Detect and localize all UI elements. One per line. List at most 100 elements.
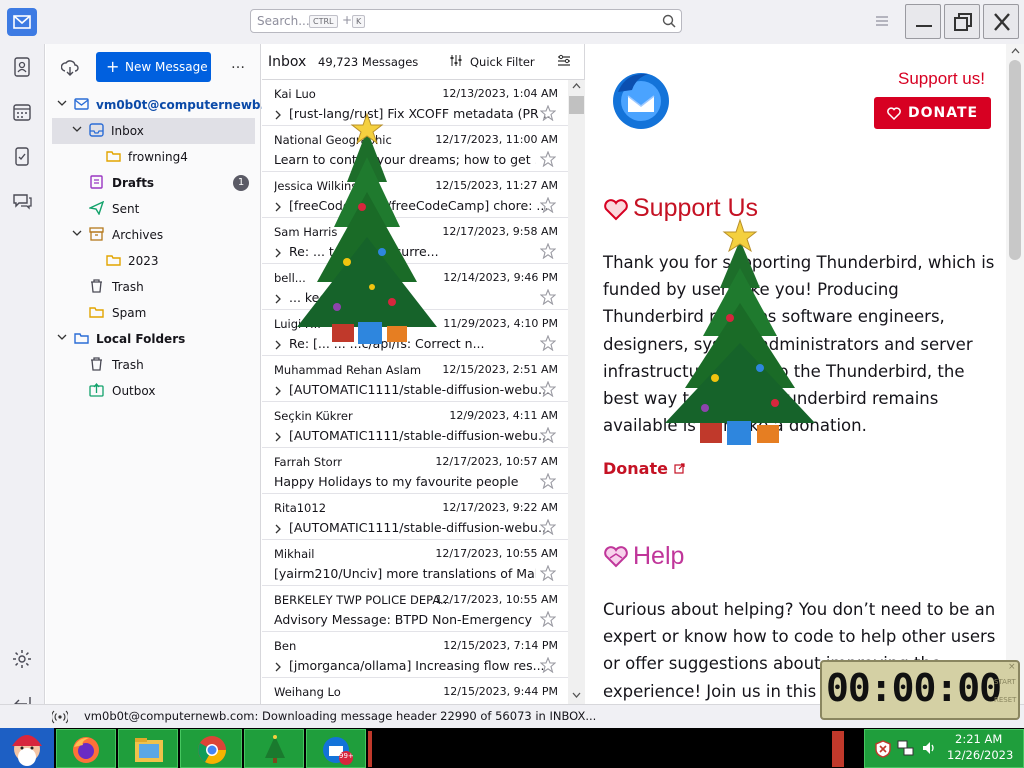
list-display-options-icon[interactable] [557, 54, 571, 68]
message-date: 12/17/2023, 10:55 AM [435, 593, 558, 606]
support-us-link[interactable]: Support us! [898, 69, 985, 89]
get-messages-icon[interactable] [61, 60, 79, 76]
message-row[interactable]: Seçkin Kükrer 12/9/2023, 4:11 AM [AUTOMATI… [262, 402, 568, 448]
folder-spam[interactable]: Spam [46, 300, 261, 326]
message-date: 12/17/2023, 10:55 AM [435, 547, 558, 560]
folder-label: frowning4 [128, 150, 188, 164]
stopwatch-start-button[interactable]: START [994, 678, 1016, 686]
folder-pane-menu-button[interactable]: … [231, 56, 245, 72]
star-icon[interactable] [540, 381, 556, 397]
quick-filter-button[interactable]: Quick Filter [442, 50, 538, 72]
reader-scrollbar[interactable] [1006, 44, 1024, 704]
search-input[interactable]: Search... CTRL + K [250, 9, 682, 33]
folder-archives[interactable]: Archives [46, 222, 261, 248]
taskbar-divider [368, 731, 372, 767]
donate-button-label: DONATE [908, 105, 979, 121]
donate-button[interactable]: DONATE [874, 97, 991, 129]
folder-frowning4[interactable]: frowning4 [46, 144, 261, 170]
app-menu-icon[interactable] [875, 14, 889, 28]
star-icon[interactable] [540, 611, 556, 627]
calendar-icon[interactable] [11, 101, 33, 123]
mail-space-button[interactable] [7, 8, 37, 36]
star-icon[interactable] [540, 657, 556, 673]
folder-inbox[interactable]: Inbox [52, 118, 255, 144]
thread-chevron-icon[interactable] [274, 248, 282, 258]
star-icon[interactable] [540, 427, 556, 443]
online-status-icon[interactable] [52, 710, 68, 724]
inbox-icon [89, 123, 104, 137]
donate-link[interactable]: Donate [603, 459, 685, 478]
taskbar-file-explorer[interactable] [118, 729, 178, 768]
star-icon[interactable] [540, 243, 556, 259]
stopwatch-reset-button[interactable]: RESET [994, 696, 1016, 704]
start-button[interactable] [0, 728, 54, 768]
star-icon[interactable] [540, 105, 556, 121]
taskbar-thunderbird[interactable]: 99+ [306, 729, 366, 768]
star-icon[interactable] [540, 151, 556, 167]
thread-chevron-icon[interactable] [274, 110, 282, 120]
chrome-icon [198, 736, 226, 764]
chevron-down-icon [57, 334, 67, 340]
filter-icon [450, 55, 462, 66]
folder-label: Trash [112, 280, 144, 294]
new-message-button[interactable]: + New Message [96, 52, 211, 82]
message-row[interactable]: Rita1012 12/17/2023, 9:22 AM [AUTOMATIC111… [262, 494, 568, 540]
settings-gear-icon[interactable] [11, 648, 33, 670]
thread-chevron-icon[interactable] [274, 340, 282, 350]
folder-2023[interactable]: 2023 [46, 248, 261, 274]
address-book-icon[interactable] [11, 56, 33, 78]
chat-icon[interactable] [11, 190, 33, 212]
donate-link-label: Donate [603, 459, 668, 478]
thread-chevron-icon[interactable] [274, 432, 282, 442]
folder-drafts[interactable]: Drafts 1 [46, 170, 261, 196]
account-row[interactable]: vm0b0t@computernewb... [46, 92, 274, 118]
message-row[interactable]: Ben 12/15/2023, 7:14 PM [jmorganca/ollama]… [262, 632, 568, 678]
security-alert-icon[interactable] [875, 740, 891, 758]
chevron-down-icon [72, 126, 82, 132]
thread-chevron-icon[interactable] [274, 202, 282, 212]
tasks-icon[interactable] [11, 145, 33, 167]
thread-chevron-icon[interactable] [274, 662, 282, 672]
close-button[interactable] [983, 4, 1019, 39]
local-folder-outbox[interactable]: Outbox [46, 378, 261, 404]
taskbar-quicklaunch[interactable] [56, 729, 116, 768]
status-text: vm0b0t@computernewb.com: Downloading mes… [84, 709, 597, 723]
scrollbar-thumb[interactable] [569, 96, 584, 114]
message-subject: [yairm210/Unciv] more translations of Ma… [274, 566, 536, 581]
star-icon[interactable] [540, 197, 556, 213]
taskbar-date: 12/26/2023 [947, 748, 1014, 762]
thread-chevron-icon[interactable] [274, 524, 282, 534]
star-icon[interactable] [540, 565, 556, 581]
scrollbar-thumb[interactable] [1009, 60, 1021, 260]
stopwatch-close-icon[interactable]: × [1008, 662, 1016, 672]
message-row[interactable]: Mikhail 12/17/2023, 10:55 AM [yairm210/Unc… [262, 540, 568, 586]
message-row[interactable]: Muhammad Rehan Aslam 12/15/2023, 2:51 AM [… [262, 356, 568, 402]
volume-icon[interactable] [921, 740, 937, 756]
minimize-button[interactable] [905, 4, 941, 39]
message-row[interactable]: BERKELEY TWP POLICE DEPA... 12/17/2023, 1… [262, 586, 568, 632]
star-icon[interactable] [540, 289, 556, 305]
message-row[interactable]: Farrah Storr 12/17/2023, 10:57 AM Happy Ho… [262, 448, 568, 494]
account-name: vm0b0t@computernewb... [96, 98, 275, 112]
network-icon[interactable] [897, 739, 915, 757]
message-row[interactable]: Weihang Lo 12/15/2023, 9:44 PM [262, 678, 568, 704]
folder-sent[interactable]: Sent [46, 196, 261, 222]
message-list-scrollbar[interactable] [568, 80, 585, 704]
local-folder-trash[interactable]: Trash [46, 352, 261, 378]
folder-trash[interactable]: Trash [46, 274, 261, 300]
star-icon[interactable] [540, 335, 556, 351]
local-folders-row[interactable]: Local Folders [46, 326, 261, 352]
message-date: 12/15/2023, 2:51 AM [442, 363, 558, 376]
system-tray: 2:21 AM 12/26/2023 [864, 729, 1024, 768]
message-count: 49,723 Messages [318, 55, 419, 69]
star-icon[interactable] [540, 519, 556, 535]
taskbar-tree-app[interactable] [244, 729, 304, 768]
taskbar-divider [832, 731, 844, 767]
thunderbird-logo-icon [613, 73, 669, 129]
thread-chevron-icon[interactable] [274, 294, 282, 304]
star-icon[interactable] [540, 473, 556, 489]
thread-chevron-icon[interactable] [274, 386, 282, 396]
restore-button[interactable] [944, 4, 980, 39]
stopwatch-widget: 00:00:00 START RESET × [820, 660, 1020, 720]
taskbar-chrome[interactable] [180, 729, 242, 768]
